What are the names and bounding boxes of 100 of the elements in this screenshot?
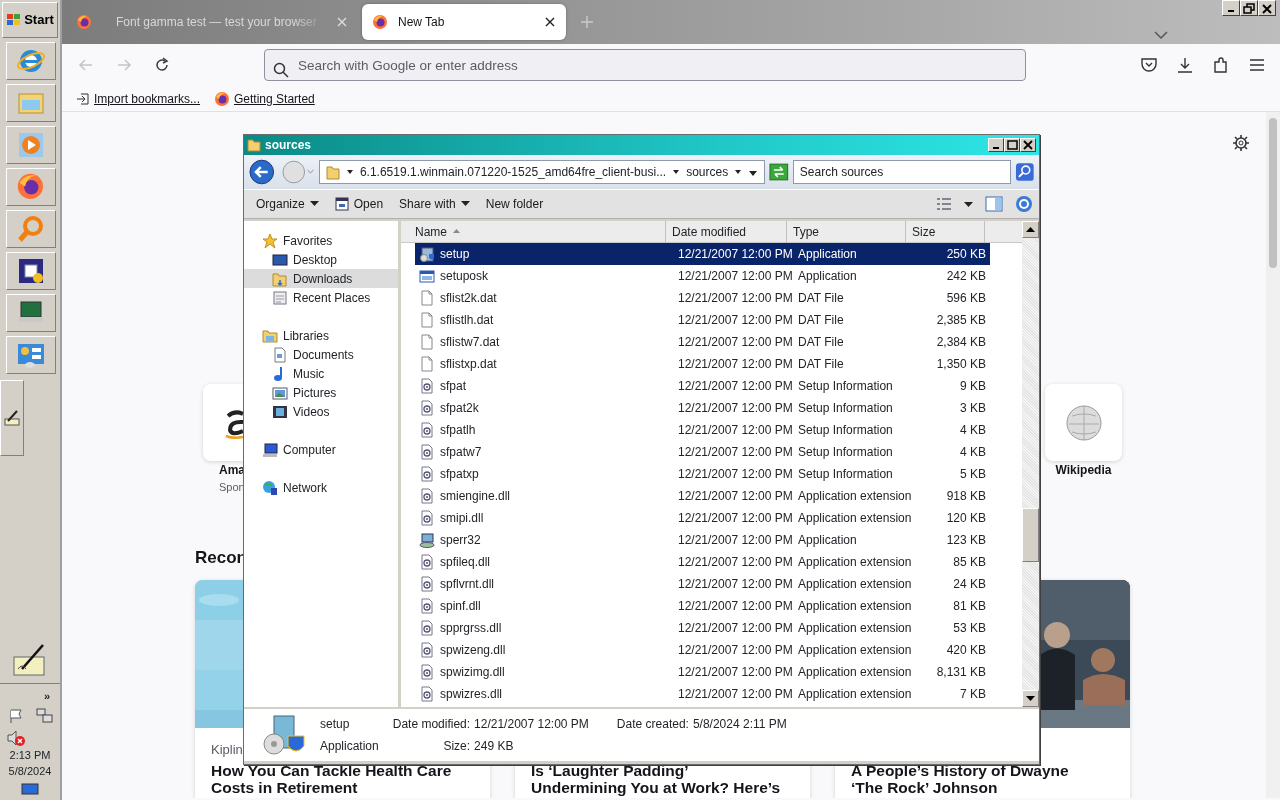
arrow-icon	[78, 57, 94, 73]
toolbar-button[interactable]: New folder	[479, 193, 550, 215]
menu-icon[interactable]	[1248, 56, 1266, 74]
nav-item[interactable]: Libraries	[244, 326, 398, 345]
flag-icon[interactable]	[7, 708, 24, 725]
chip-icon[interactable]	[16, 256, 46, 286]
file-row[interactable]: smiengine.dll 12/21/2007 12:00 PM Application extension 918 KB	[415, 485, 990, 507]
download-icon[interactable]	[1176, 56, 1194, 74]
settings-icon[interactable]	[1232, 134, 1250, 152]
file-row[interactable]: sflistlh.dat 12/21/2007 12:00 PM DAT File 2,385 KB	[415, 309, 990, 331]
menu-button[interactable]: Organize	[250, 193, 325, 215]
nav-item[interactable]: Downloads	[244, 269, 398, 288]
file-row[interactable]: setuposk 12/21/2007 12:00 PM Application 242 KB	[415, 265, 990, 287]
bookmark-link[interactable]: Getting Started	[214, 89, 315, 108]
caret-icon[interactable]	[964, 201, 973, 208]
dropdown-arrow-icon[interactable]	[734, 168, 743, 176]
nav-item[interactable]: Favorites	[244, 231, 398, 250]
dropdown-arrow-icon[interactable]	[345, 168, 354, 176]
media-player-icon[interactable]	[16, 130, 46, 160]
file-row[interactable]: spprgrss.dll 12/21/2007 12:00 PM Application extension 53 KB	[415, 617, 990, 639]
minimize-button[interactable]	[988, 138, 1004, 152]
view-list-icon[interactable]	[936, 197, 952, 211]
size-cell-text: 1,350 KB	[935, 356, 987, 373]
file-row[interactable]: spfileq.dll 12/21/2007 12:00 PM Application extension 85 KB	[415, 551, 990, 573]
breadcrumb-segment[interactable]: sources	[686, 163, 729, 181]
restore-icon	[1242, 1, 1256, 15]
address-field[interactable]: Search with Google or enter address	[264, 49, 1026, 81]
network-icon[interactable]	[34, 708, 53, 725]
file-row[interactable]: spwizimg.dll 12/21/2007 12:00 PM Application extension 8,131 KB	[415, 661, 990, 683]
shortcut-label: Wikipedia	[1055, 462, 1112, 479]
scrollbar-thumb[interactable]	[1269, 118, 1277, 268]
nav-item[interactable]: Documents	[244, 345, 398, 364]
file-row[interactable]: smipi.dll 12/21/2007 12:00 PM Application extension 120 KB	[415, 507, 990, 529]
scroll-up-button[interactable]	[1022, 221, 1039, 238]
chevron-down-icon[interactable]	[1154, 29, 1168, 40]
file-row[interactable]: spwizeng.dll 12/21/2007 12:00 PM Application extension 420 KB	[415, 639, 990, 661]
firefox-icon[interactable]	[16, 172, 46, 202]
search-button[interactable]	[1015, 162, 1035, 182]
file-row[interactable]: spinf.dll 12/21/2007 12:00 PM Application extension 81 KB	[415, 595, 990, 617]
reload-icon	[154, 57, 170, 73]
file-row[interactable]: sfpatxp 12/21/2007 12:00 PM Setup Information 5 KB	[415, 463, 990, 485]
help-icon[interactable]	[1015, 195, 1033, 214]
scrollbar-thumb[interactable]	[1022, 508, 1039, 562]
file-row[interactable]: setup 12/21/2007 12:00 PM Application 250 KB	[415, 243, 990, 265]
file-row[interactable]: sfpatlh 12/21/2007 12:00 PM Setup Information 4 KB	[415, 419, 990, 441]
date-cell-text: 12/21/2007 12:00 PM	[677, 598, 792, 615]
file-icon	[419, 312, 435, 328]
close-button[interactable]	[1258, 0, 1276, 16]
signature-icon[interactable]	[12, 642, 48, 677]
nav-item[interactable]: Pictures	[244, 383, 398, 402]
file-row[interactable]: sfpat 12/21/2007 12:00 PM Setup Information 9 KB	[415, 375, 990, 397]
toolbar-button[interactable]: Open	[328, 193, 390, 215]
dropdown-arrow-icon[interactable]	[672, 168, 681, 176]
refresh-icon[interactable]	[769, 163, 789, 181]
scroll-down-button[interactable]	[1022, 690, 1039, 707]
address-bar[interactable]: 6.1.6519.1.winmain.071220-1525_amd64fre_client-busi... sources	[318, 160, 766, 184]
file-row[interactable]: sperr32 12/21/2007 12:00 PM Application 123 KB	[415, 529, 990, 551]
nav-item[interactable]: Desktop	[244, 250, 398, 269]
back-button[interactable]	[248, 158, 276, 186]
search-field[interactable]: Search sources	[792, 160, 1012, 184]
browser-tab[interactable]: New Tab	[362, 4, 566, 40]
breadcrumb-segment[interactable]: 6.1.6519.1.winmain.071220-1525_amd64fre_client-busi...	[359, 163, 667, 181]
installer-icon	[260, 714, 306, 756]
size-cell-text: 2,385 KB	[935, 312, 987, 329]
nav-item[interactable]: Computer	[244, 440, 398, 459]
monitor-icon[interactable]	[21, 782, 39, 795]
arrow-icon	[116, 57, 132, 73]
dropdown-arrow-icon[interactable]	[748, 168, 759, 177]
pen-icon[interactable]	[4, 410, 20, 426]
menu-button[interactable]: Share with	[393, 193, 476, 215]
nav-item[interactable]: Network	[244, 478, 398, 497]
window-title: sources	[265, 137, 313, 154]
minimize-button[interactable]	[1222, 0, 1240, 16]
file-row[interactable]: sfpat2k 12/21/2007 12:00 PM Setup Information 3 KB	[415, 397, 990, 419]
computer-icon	[262, 441, 278, 458]
type-cell-text: Application extension	[797, 488, 911, 505]
bookmark-link[interactable]: Import bookmarks...	[76, 89, 201, 108]
firefox-icon[interactable]	[76, 14, 92, 30]
close-button[interactable]	[1020, 138, 1036, 152]
nav-item[interactable]: Music	[244, 364, 398, 383]
file-row[interactable]: spflvrnt.dll 12/21/2007 12:00 PM Application extension 24 KB	[415, 573, 990, 595]
file-row[interactable]: sfpatw7 12/21/2007 12:00 PM Setup Information 4 KB	[415, 441, 990, 463]
date-cell-text: 12/21/2007 12:00 PM	[677, 488, 792, 505]
nav-item[interactable]: Recent Places	[244, 288, 398, 307]
close-icon[interactable]	[544, 16, 556, 28]
file-row[interactable]: spwizres.dll 12/21/2007 12:00 PM Application extension 7 KB	[415, 683, 990, 705]
pocket-icon[interactable]	[1140, 56, 1158, 74]
file-row[interactable]: sflist2k.dat 12/21/2007 12:00 PM DAT File 596 KB	[415, 287, 990, 309]
muted-speaker-icon[interactable]	[6, 728, 26, 747]
file-row[interactable]: sflistw7.dat 12/21/2007 12:00 PM DAT File 2,384 KB	[415, 331, 990, 353]
restore-button[interactable]	[1240, 0, 1258, 16]
size-cell-text: 85 KB	[952, 554, 987, 571]
tray-expand-button[interactable]: »	[2, 687, 58, 705]
shortcut-tile[interactable]	[1045, 384, 1122, 461]
start-button[interactable]: Start	[2, 2, 58, 38]
file-row[interactable]: sflistxp.dat 12/21/2007 12:00 PM DAT File 1,350 KB	[415, 353, 990, 375]
puzzle-icon[interactable]	[1212, 56, 1230, 74]
maximize-button[interactable]	[1004, 138, 1020, 152]
nav-item[interactable]: Videos	[244, 402, 398, 421]
date-cell-text: 12/21/2007 12:00 PM	[677, 444, 792, 461]
